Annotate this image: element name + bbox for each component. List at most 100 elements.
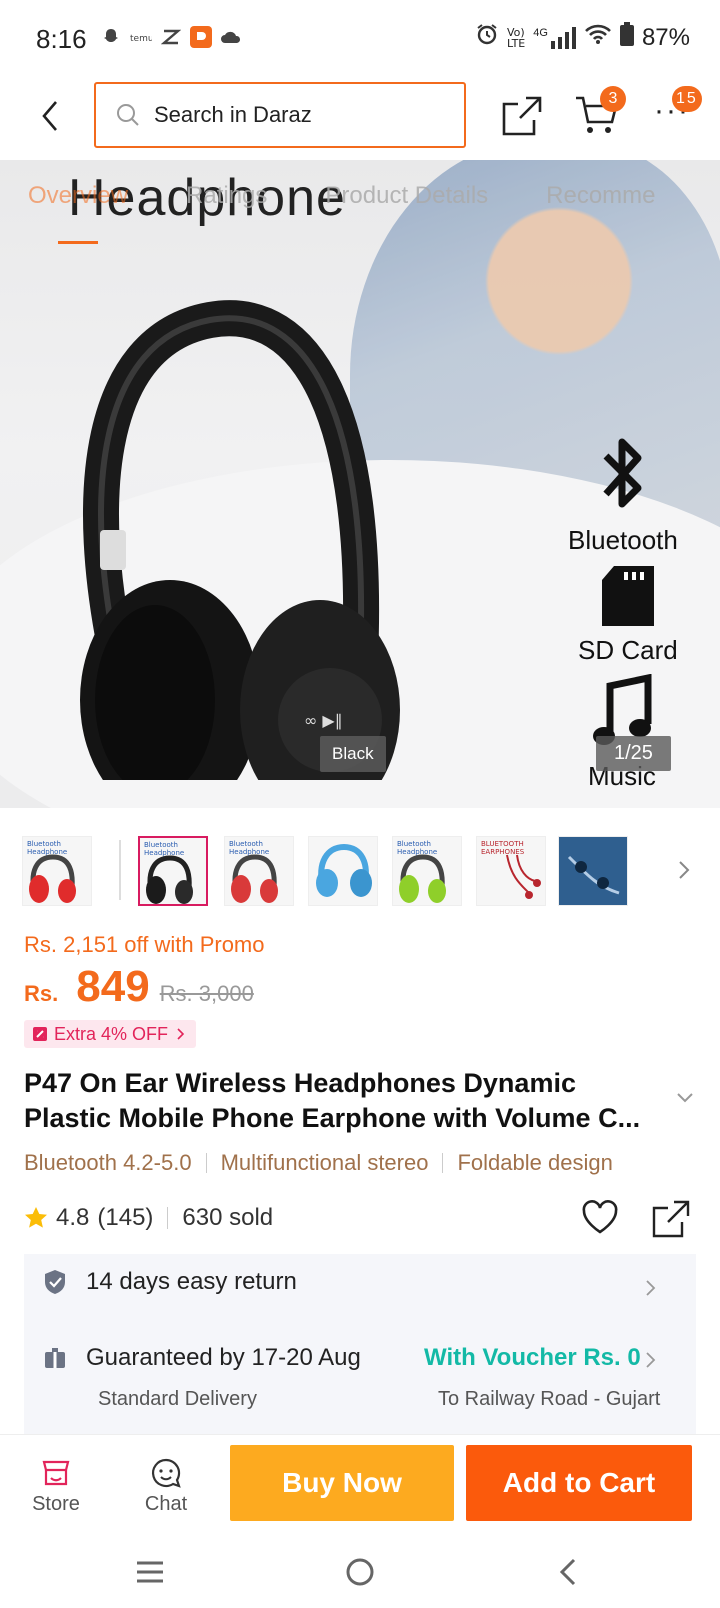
store-icon: [42, 1460, 70, 1486]
thumbnail[interactable]: BLUETOOTH EARPHONES: [476, 836, 546, 906]
section-tabs: Overview Ratings Product Details Recomme: [0, 160, 720, 244]
thumbnail[interactable]: [308, 836, 378, 906]
share-icon: [652, 1200, 690, 1238]
thumbnail[interactable]: [558, 836, 628, 906]
rating-divider: [167, 1207, 169, 1229]
messages-count-badge: 15: [672, 86, 702, 112]
daraz-app-icon: [190, 26, 212, 48]
product-image-gallery[interactable]: Headphone Overview Ratings Product Detai…: [0, 160, 720, 808]
bottom-action-bar: Store Chat Buy Now Add to Cart: [0, 1434, 720, 1534]
feature-label: Bluetooth: [568, 525, 678, 555]
return-policy-text: 14 days easy return: [86, 1268, 297, 1295]
menu-icon: [137, 1561, 163, 1583]
extra-offer-tag[interactable]: Extra 4% OFF: [24, 1020, 197, 1048]
feature-music: Music: [588, 673, 656, 792]
extra-offer-text: Extra 4% OFF: [54, 1023, 169, 1044]
price-row: Rs. 849 Rs. 3,000: [24, 962, 254, 1018]
promo-text: Rs. 2,151 off with Promo: [24, 932, 265, 957]
thumbnail[interactable]: Bluetooth Headphone: [22, 836, 92, 906]
thumbnail-label: Bluetooth Headphone: [27, 840, 68, 856]
system-status: Vo) LTE 4G 87%: [475, 22, 690, 53]
chevron-down-icon[interactable]: [674, 1090, 696, 1106]
cart-button[interactable]: 3: [574, 86, 626, 140]
app-icon: temu: [130, 26, 152, 48]
headphone-thumb-icon: [316, 843, 372, 897]
variant-label: Black: [320, 736, 386, 772]
chat-icon: [151, 1458, 181, 1488]
wishlist-button[interactable]: [580, 1198, 620, 1238]
share-product-button[interactable]: [650, 1198, 692, 1240]
search-icon: [117, 104, 139, 126]
store-label: Store: [32, 1493, 80, 1515]
earbuds-thumb-icon: [567, 855, 620, 895]
thumbnail-divider: [119, 840, 121, 900]
thumbnail[interactable]: Bluetooth Headphone: [224, 836, 294, 906]
add-to-cart-button[interactable]: Add to Cart: [466, 1445, 692, 1521]
heart-icon: [582, 1200, 618, 1234]
search-bar[interactable]: [94, 82, 466, 148]
package-icon: [45, 1348, 65, 1368]
buy-now-button[interactable]: Buy Now: [230, 1445, 454, 1521]
product-attributes: Bluetooth 4.2-5.0 Multifunctional stereo…: [24, 1150, 613, 1176]
home-circle-icon: [346, 1558, 374, 1586]
battery-percent: 87%: [641, 23, 690, 51]
shield-check-icon: [45, 1270, 65, 1294]
chevron-right-icon[interactable]: [644, 1350, 658, 1370]
svg-text:temu: temu: [130, 34, 152, 43]
rating-value: 4.8: [56, 1204, 90, 1231]
search-input[interactable]: [154, 102, 444, 128]
star-icon: [25, 1207, 47, 1228]
product-title: P47 On Ear Wireless Headphones Dynamic P…: [24, 1068, 641, 1133]
return-policy-row[interactable]: 14 days easy return: [44, 1268, 297, 1296]
attribute-divider: [442, 1153, 444, 1173]
cloud-icon: [220, 26, 242, 48]
chevron-left-icon: [559, 1558, 576, 1586]
voucher-text: With Voucher Rs. 0: [424, 1344, 641, 1371]
attribute-item: Multifunctional stereo: [220, 1150, 429, 1175]
back-button[interactable]: [26, 92, 74, 140]
chevron-left-icon: [42, 101, 57, 131]
headphone-image: ∞ ▶∥: [80, 300, 400, 780]
more-options-button[interactable]: ··· 15: [654, 86, 702, 136]
thumbnail-label: Bluetooth Headphone: [229, 840, 270, 856]
thumbnail-label: Bluetooth Headphone: [144, 841, 185, 857]
current-price: 849: [76, 962, 150, 1011]
delivery-guarantee: Guaranteed by 17-20 Aug: [86, 1344, 361, 1371]
signal-icon: 4G: [533, 26, 576, 49]
volte-icon: Vo) LTE: [506, 25, 526, 50]
attribute-item: Foldable design: [457, 1150, 613, 1175]
network-type: 4G: [533, 26, 548, 39]
voucher-icon: [33, 1027, 47, 1041]
sold-count: 630 sold: [182, 1204, 274, 1231]
image-counter: 1/25: [596, 736, 671, 771]
snapchat-icon: [100, 26, 122, 48]
delivery-address: To Railway Road - Gujart: [438, 1388, 661, 1410]
chat-button[interactable]: Chat: [126, 1453, 206, 1516]
thumbnail-selected[interactable]: Bluetooth Headphone: [138, 836, 208, 906]
chevron-right-icon[interactable]: [674, 858, 694, 882]
delivery-row[interactable]: Guaranteed by 17-20 Aug: [44, 1344, 361, 1372]
tab-ratings[interactable]: Ratings: [186, 182, 267, 210]
tab-product-details[interactable]: Product Details: [325, 182, 488, 210]
store-button[interactable]: Store: [16, 1453, 96, 1516]
chevron-right-icon[interactable]: [644, 1278, 658, 1298]
attribute-divider: [205, 1153, 207, 1173]
home-button[interactable]: [338, 1550, 382, 1594]
svg-text:∞ ▶∥: ∞ ▶∥: [304, 711, 343, 730]
recent-apps-button[interactable]: [128, 1550, 172, 1594]
wifi-icon: [584, 23, 612, 52]
tab-recommended[interactable]: Recomme: [546, 182, 655, 210]
tab-overview[interactable]: Overview: [28, 182, 128, 244]
cart-count-badge: 3: [600, 86, 626, 112]
notification-icons: temu: [100, 26, 242, 48]
share-icon: [502, 96, 542, 136]
thumbnail[interactable]: Bluetooth Headphone: [392, 836, 462, 906]
status-time: 8:16: [36, 24, 87, 54]
status-bar: 8:16 temu Vo) LTE 4G 87%: [0, 0, 720, 80]
thumbnail-label: BLUETOOTH EARPHONES: [481, 840, 525, 856]
system-back-button[interactable]: [546, 1550, 590, 1594]
app-icon-x: [160, 26, 182, 48]
chat-label: Chat: [144, 1493, 188, 1515]
share-button[interactable]: [500, 94, 544, 138]
rating-row[interactable]: 4.8 (145) 630 sold: [24, 1204, 273, 1232]
